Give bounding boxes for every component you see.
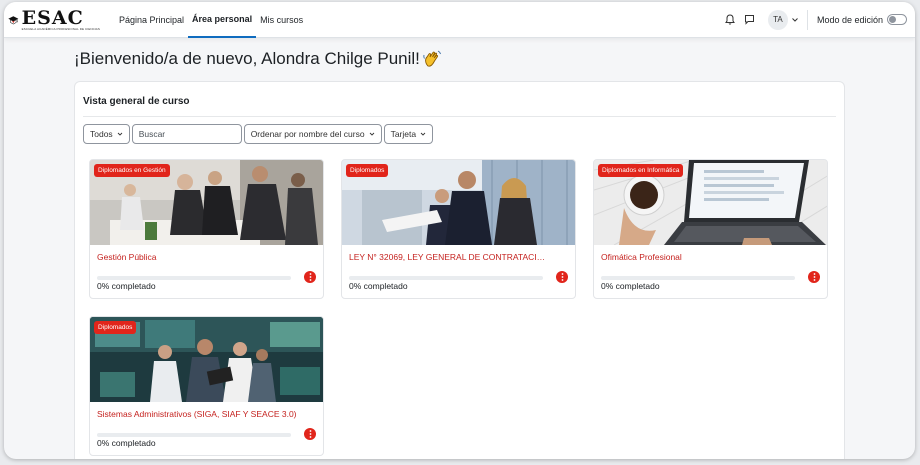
course-overview-panel: Vista general de curso Todos Ordenar por… [74, 81, 845, 459]
course-progress-bar [349, 276, 543, 280]
course-progress-bar [97, 433, 291, 437]
kebab-menu-icon [309, 273, 311, 281]
course-card[interactable]: Diplomados Sistemas Administrativos (SIG… [89, 316, 324, 456]
kebab-menu-icon [813, 273, 815, 281]
course-progress-bar [97, 276, 291, 280]
course-progress-text: 0% completado [349, 281, 408, 291]
course-category-badge: Diplomados en Informática [598, 164, 684, 177]
edit-mode-label: Modo de edición [816, 14, 883, 25]
graduation-cap-logo-icon [8, 15, 19, 24]
course-progress-text: 0% completado [97, 281, 156, 291]
course-actions-menu-button[interactable] [808, 271, 820, 283]
chevron-down-icon [369, 132, 374, 136]
welcome-text: ¡Bienvenido/a de nuevo, Alondra Chilge P… [74, 49, 420, 68]
nav-link-mis-cursos[interactable]: Mis cursos [256, 2, 307, 38]
course-progress-text: 0% completado [97, 438, 156, 448]
messages-chat-icon[interactable] [742, 12, 758, 28]
course-category-badge: Diplomados [94, 321, 137, 334]
top-navbar: ESAC ESCUELA ACADÉMICA PROFESIONAL DE CI… [4, 2, 915, 38]
welcome-heading: ¡Bienvenido/a de nuevo, Alondra Chilge P… [74, 49, 442, 69]
waving-hand-icon [423, 50, 441, 67]
course-category-badge: Diplomados [346, 164, 389, 177]
course-name-link[interactable]: Ofimática Profesional [601, 252, 801, 262]
app-window: ESAC ESCUELA ACADÉMICA PROFESIONAL DE CI… [4, 2, 915, 459]
course-name-link[interactable]: Gestión Pública [97, 252, 297, 262]
nav-link-pagina-principal[interactable]: Página Principal [115, 2, 188, 38]
panel-divider [83, 116, 836, 117]
course-progress-bar [601, 276, 795, 280]
logo-wordmark: ESAC [21, 6, 84, 29]
chevron-down-icon [117, 132, 123, 136]
chevron-down-icon [420, 132, 426, 136]
course-progress-text: 0% completado [601, 281, 660, 291]
course-category-badge: Diplomados en Gestión [94, 164, 170, 177]
course-card[interactable]: Diplomados en Gestión Gestión Pública 0%… [89, 159, 324, 299]
nav-link-area-personal[interactable]: Área personal [188, 2, 257, 38]
course-actions-menu-button[interactable] [304, 271, 316, 283]
navbar-divider [806, 9, 808, 30]
sort-dropdown-value: Ordenar por nombre del curso [250, 129, 365, 139]
user-controls: TA Modo de edición [718, 9, 907, 30]
course-card[interactable]: Diplomados LEY N° 32069, LEY GENERAL DE … [341, 159, 576, 299]
edit-mode-toggle[interactable] [887, 14, 907, 25]
user-menu-chevron-down-icon[interactable] [791, 16, 799, 24]
grouping-filter-dropdown[interactable]: Todos [83, 124, 130, 144]
course-actions-menu-button[interactable] [556, 271, 568, 283]
course-search-input[interactable] [131, 124, 242, 144]
course-overview-title: Vista general de curso [83, 96, 190, 107]
logo-subtitle: ESCUELA ACADÉMICA PROFESIONAL DE CIENCIA… [21, 26, 100, 31]
kebab-menu-icon [561, 273, 563, 281]
course-name-link[interactable]: LEY N° 32069, LEY GENERAL DE CONTRATACIO… [349, 252, 549, 262]
kebab-menu-icon [309, 430, 311, 438]
toggle-knob [889, 16, 896, 23]
esac-logo[interactable]: ESAC ESCUELA ACADÉMICA PROFESIONAL DE CI… [8, 5, 100, 35]
user-avatar[interactable]: TA [767, 9, 788, 30]
grouping-filter-value: Todos [90, 129, 113, 139]
course-filters: Todos Ordenar por nombre del curso Tarje… [83, 124, 435, 144]
course-card[interactable]: Diplomados en Informática Ofimática Prof… [593, 159, 828, 299]
view-mode-value: Tarjeta [390, 129, 417, 139]
notifications-bell-icon[interactable] [722, 12, 738, 28]
view-mode-dropdown[interactable]: Tarjeta [383, 124, 434, 144]
sort-dropdown[interactable]: Ordenar por nombre del curso [243, 124, 382, 144]
primary-navigation: Página Principal Área personal Mis curso… [115, 2, 307, 38]
course-name-link[interactable]: Sistemas Administrativos (SIGA, SIAF Y S… [97, 409, 297, 419]
course-actions-menu-button[interactable] [304, 428, 316, 440]
